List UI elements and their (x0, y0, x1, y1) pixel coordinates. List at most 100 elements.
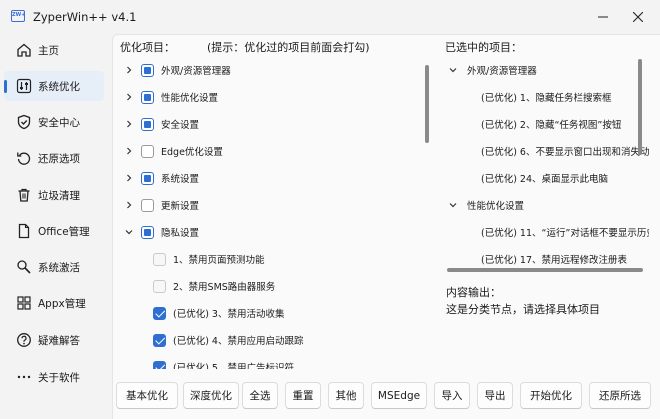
tree-item-label: 系统设置 (161, 174, 200, 185)
tree-category-row[interactable]: 隐私设置 (120, 219, 420, 245)
tree-checkbox[interactable] (153, 306, 166, 320)
action-button-bar: 基本优化 深度优化 全选 重置 其他 MSEdge 导入 导出 开始优化 还原所选 (113, 382, 660, 412)
tree-checkbox[interactable] (141, 171, 154, 185)
sidebar-item-9[interactable]: 关于软件 (4, 362, 104, 392)
tree-checkbox[interactable] (141, 90, 154, 104)
action-button-6[interactable]: 导入 (434, 382, 470, 409)
action-button-3[interactable]: 重置 (285, 382, 321, 409)
sidebar-item-7[interactable]: Appx管理 (4, 288, 104, 318)
tree-category-row[interactable]: Edge优化设置 (120, 138, 420, 164)
selected-item-label: (已优化) 1、隐藏任务栏搜索框 (481, 93, 612, 104)
tree-item-row[interactable]: (已优化) 4、禁用应用启动跟踪 (120, 327, 420, 353)
tree-item-label: 外观/资源管理器 (161, 66, 231, 77)
sidebar-item-5[interactable]: Office管理 (4, 216, 104, 246)
selected-category-row[interactable]: 性能优化设置 (445, 192, 649, 218)
sidebar-item-0[interactable]: 主页 (4, 35, 104, 65)
action-button-1[interactable]: 深度优化 (183, 382, 239, 409)
sidebar-item-6[interactable]: 系统激活 (4, 252, 104, 282)
output-text: 这是分类节点，请选择具体项目 (446, 303, 600, 316)
chevron-down-icon[interactable] (448, 65, 458, 75)
selected-item-label: (已优化) 2、隐藏“任务视图”按钮 (481, 120, 622, 131)
tree-item-label: Edge优化设置 (161, 147, 223, 158)
action-button-8[interactable]: 开始优化 (520, 382, 582, 409)
chevron-right-icon[interactable] (124, 173, 134, 183)
close-icon (633, 12, 643, 22)
chevron-right-icon[interactable] (124, 92, 134, 102)
selected-category-row[interactable]: 外观/资源管理器 (445, 57, 649, 83)
action-button-0[interactable]: 基本优化 (116, 382, 178, 409)
tree-checkbox[interactable] (153, 252, 166, 266)
selected-item-row[interactable]: (已优化) 11、“运行”对话框不要显示历史记录 (445, 219, 649, 245)
apps-grid-icon (15, 294, 33, 312)
action-button-4[interactable]: 其他 (328, 382, 364, 409)
sliders-icon (15, 77, 33, 95)
minimize-icon (598, 16, 608, 18)
sidebar-item-4[interactable]: 垃圾清理 (4, 180, 104, 210)
tree-item-label: 隐私设置 (161, 228, 200, 239)
tree-scrollbar[interactable] (425, 65, 429, 143)
sidebar-item-1[interactable]: 系统优化 (4, 71, 104, 101)
sidebar-item-label: Office管理 (38, 225, 90, 238)
window-title: ZyperWin++ v4.1 (33, 10, 137, 24)
tree-item-label: 更新设置 (161, 201, 200, 212)
sidebar-item-label: 系统激活 (38, 261, 80, 274)
sidebar-item-label: 安全中心 (38, 116, 80, 129)
app-logo-icon: ZW+ (11, 10, 25, 22)
tree-checkbox[interactable] (141, 63, 154, 77)
chevron-down-icon[interactable] (124, 227, 134, 237)
selected-tree-vscrollbar[interactable] (638, 59, 642, 155)
tree-checkbox[interactable] (141, 225, 154, 239)
chevron-right-icon[interactable] (124, 200, 134, 210)
sidebar-item-3[interactable]: 还原选项 (4, 143, 104, 173)
action-button-7[interactable]: 导出 (477, 382, 513, 409)
title-bar: ZW+ ZyperWin++ v4.1 (0, 0, 660, 34)
action-button-9[interactable]: 还原所选 (589, 382, 651, 409)
hint-text: (提示：优化过的项目前面会打勾) (207, 41, 370, 54)
tree-item-row[interactable]: (已优化) 5、禁用广告标识符 (120, 354, 420, 369)
selected-item-row[interactable]: (已优化) 1、隐藏任务栏搜索框 (445, 84, 649, 110)
tree-item-row[interactable]: (已优化) 3、禁用活动收集 (120, 300, 420, 326)
tree-category-row[interactable]: 外观/资源管理器 (120, 57, 420, 83)
tree-item-row[interactable]: 2、禁用SMS路由器服务 (120, 273, 420, 299)
selected-item-label: 性能优化设置 (467, 201, 525, 212)
sidebar-item-label: 系统优化 (38, 80, 80, 93)
more-icon (15, 368, 33, 386)
tree-item-label: 安全设置 (161, 120, 200, 131)
tree-category-row[interactable]: 系统设置 (120, 165, 420, 191)
tree-category-row[interactable]: 性能优化设置 (120, 84, 420, 110)
sidebar-item-2[interactable]: 安全中心 (4, 107, 104, 137)
selected-item-row[interactable]: (已优化) 24、桌面显示此电脑 (445, 165, 649, 191)
key-icon (15, 258, 33, 276)
close-button[interactable] (626, 6, 650, 28)
sidebar-item-label: 主页 (38, 44, 59, 57)
minimize-button[interactable] (591, 6, 615, 28)
selected-tree-hscrollbar[interactable] (447, 268, 643, 272)
tree-checkbox[interactable] (141, 117, 154, 131)
sidebar-item-label: 疑难解答 (38, 334, 80, 347)
chevron-right-icon[interactable] (124, 146, 134, 156)
restore-icon (15, 149, 33, 167)
tree-checkbox[interactable] (153, 333, 166, 347)
tree-item-label: 性能优化设置 (161, 93, 219, 104)
tree-checkbox[interactable] (153, 279, 166, 293)
selected-item-row[interactable]: (已优化) 6、不要显示窗口出现和消失动画 (445, 138, 649, 164)
sidebar-item-8[interactable]: 疑难解答 (4, 325, 104, 355)
sidebar-item-label: 关于软件 (38, 371, 80, 384)
tree-item-label: 2、禁用SMS路由器服务 (173, 282, 276, 293)
selected-item-label: (已优化) 17、禁用远程修改注册表 (481, 255, 628, 266)
action-button-5[interactable]: MSEdge (371, 382, 427, 409)
chevron-right-icon[interactable] (124, 119, 134, 129)
tree-item-row[interactable]: 1、禁用页面预测功能 (120, 246, 420, 272)
optimization-tree[interactable]: 外观/资源管理器 性能优化设置 安全设置 Edge优化设置 系统设置更新设置隐私设置 1、… (120, 57, 440, 369)
chevron-right-icon[interactable] (124, 65, 134, 75)
tree-category-row[interactable]: 安全设置 (120, 111, 420, 137)
tree-item-label: (已优化) 3、禁用活动收集 (173, 309, 285, 320)
tree-checkbox[interactable] (141, 198, 154, 212)
tree-checkbox[interactable] (141, 144, 154, 158)
tree-category-row[interactable]: 更新设置 (120, 192, 420, 218)
tree-checkbox[interactable] (153, 360, 166, 369)
selected-item-row[interactable]: (已优化) 2、隐藏“任务视图”按钮 (445, 111, 649, 137)
action-button-2[interactable]: 全选 (242, 382, 278, 409)
chevron-down-icon[interactable] (448, 200, 458, 210)
selected-items-tree[interactable]: 外观/资源管理器 (已优化) 1、隐藏任务栏搜索框 (已优化) 2、隐藏“任务视图”… (445, 57, 649, 295)
